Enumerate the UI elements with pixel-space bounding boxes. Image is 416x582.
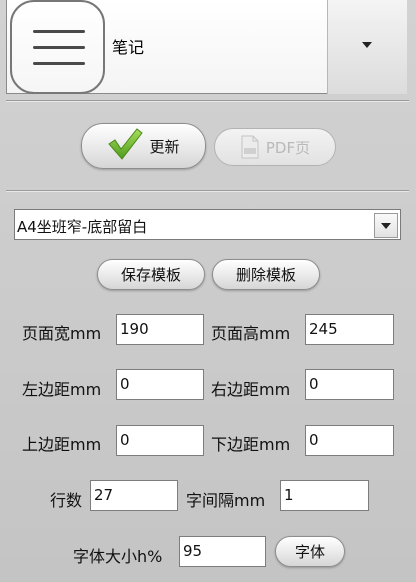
font-button-label: 字体 [294, 543, 325, 561]
save-template-label: 保存模板 [120, 266, 181, 284]
triangle-down-icon [362, 42, 372, 48]
pdf-page-button-label: PDF页 [265, 138, 311, 157]
top-margin-input[interactable]: 0 [116, 425, 204, 456]
menu-button[interactable] [10, 0, 105, 94]
notebook-selector-label: 笔记 [112, 38, 145, 57]
top-margin-label: 上边距mm [22, 435, 102, 454]
right-margin-input[interactable]: 0 [305, 369, 394, 400]
template-select-value: A4坐班窄-底部留白 [17, 218, 148, 236]
font-button[interactable]: 字体 [275, 536, 345, 567]
page-height-label: 页面高mm [211, 324, 291, 343]
font-size-input[interactable]: 95 [179, 536, 266, 567]
save-template-button[interactable]: 保存模板 [97, 259, 205, 290]
update-button[interactable]: 更新 [81, 123, 206, 169]
rows-input[interactable]: 27 [90, 480, 178, 511]
template-select-arrow[interactable] [374, 213, 398, 238]
left-margin-label: 左边距mm [22, 380, 102, 399]
update-button-label: 更新 [149, 137, 180, 156]
right-margin-label: 右边距mm [211, 380, 291, 399]
document-icon [241, 135, 259, 159]
page-width-input[interactable]: 190 [116, 314, 204, 345]
bottom-margin-label: 下边距mm [211, 435, 291, 454]
checkmark-icon [108, 128, 144, 160]
delete-template-label: 删除模板 [235, 266, 296, 284]
template-select[interactable]: A4坐班窄-底部留白 [14, 209, 401, 240]
notebook-dropdown-button[interactable] [327, 0, 407, 94]
page-height-input[interactable]: 245 [305, 314, 394, 345]
left-margin-input[interactable]: 0 [116, 369, 204, 400]
char-spacing-input[interactable]: 1 [280, 480, 369, 511]
delete-template-button[interactable]: 删除模板 [212, 259, 320, 290]
triangle-down-icon [381, 222, 391, 229]
char-spacing-label: 字间隔mm [186, 491, 266, 510]
font-size-label: 字体大小h% [73, 547, 163, 566]
page-width-label: 页面宽mm [22, 324, 102, 343]
bottom-margin-input[interactable]: 0 [305, 425, 394, 456]
divider-top [6, 100, 409, 102]
rows-label: 行数 [50, 491, 83, 510]
divider-middle [6, 190, 409, 192]
pdf-page-button[interactable]: PDF页 [214, 128, 336, 166]
